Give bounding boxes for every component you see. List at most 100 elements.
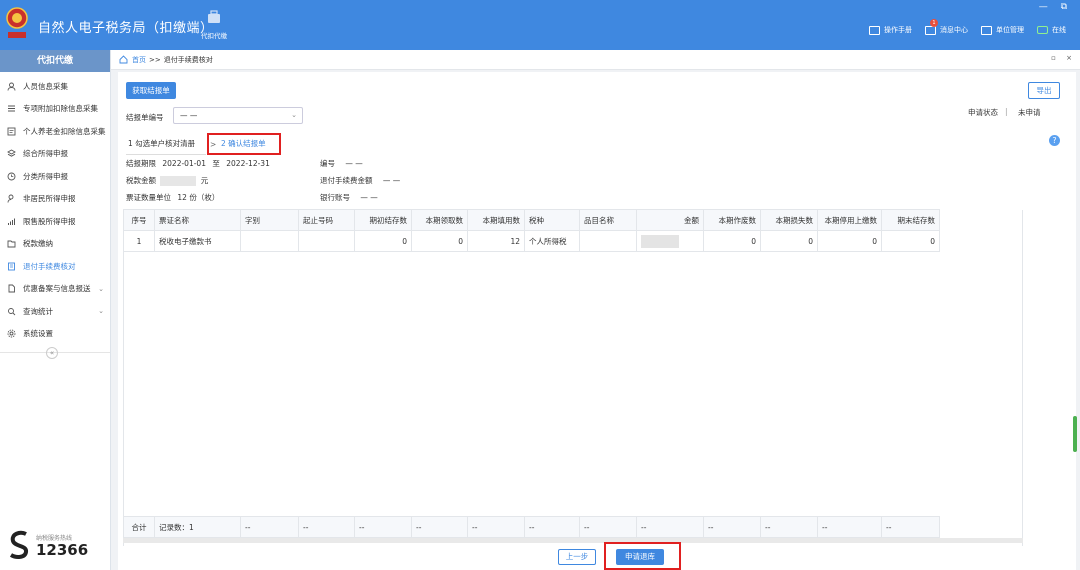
breadcrumb-current: 退付手续费核对	[163, 55, 213, 64]
settlement-no-value: — —	[180, 111, 198, 120]
table-cell: 0	[411, 230, 468, 252]
period-to: 2022-12-31	[226, 159, 270, 168]
total-cell: --	[703, 516, 761, 538]
unit-management-link[interactable]: 单位管理	[981, 25, 1024, 35]
total-cell: --	[524, 516, 580, 538]
table-header-row: 序号 票证名称 字别 起止号码 期初结存数 本期领取数 本期填用数 税种 品目名…	[123, 209, 940, 231]
period-label: 结报期限	[126, 159, 156, 168]
table-total-row: 合计 记录数：1 -- -- -- -- -- -- -- -- -- -- -…	[123, 516, 940, 538]
refund-fee-value: — —	[382, 176, 401, 185]
sidebar-item-label: 优惠备案与信息报送	[23, 284, 91, 294]
table-cell: 1	[123, 230, 155, 252]
hotline-logo-icon	[9, 530, 28, 559]
side-scroll-indicator[interactable]	[1073, 416, 1077, 452]
sidebar-item-label: 非居民所得申报	[23, 194, 76, 204]
chevron-down-icon: ⌄	[98, 307, 104, 315]
refund-fee-label: 退付手续费金额	[320, 176, 373, 185]
total-cell: --	[467, 516, 525, 538]
horizontal-scrollbar[interactable]	[123, 538, 1023, 543]
table-cell: 0	[881, 230, 940, 252]
help-icon[interactable]: ?	[1049, 135, 1060, 146]
table-cell	[298, 230, 355, 252]
sidebar-item-classified-income[interactable]: 分类所得申报	[0, 165, 110, 188]
sidebar-item-non-resident[interactable]: 非居民所得申报	[0, 188, 110, 211]
breadcrumb-home[interactable]: 首页	[132, 55, 146, 65]
step-select-accounts[interactable]: 1 勾选单户核对清册	[128, 138, 195, 149]
column-header: 起止号码	[298, 209, 355, 231]
tab-controls[interactable]: ▫ ×	[1051, 54, 1076, 62]
list-icon	[8, 105, 15, 112]
period-row: 结报期限 2022-01-01 至 2022-12-31	[126, 158, 270, 169]
column-header: 本期作废数	[703, 209, 761, 231]
gear-icon	[7, 329, 16, 338]
sidebar-item-system-settings[interactable]: 系统设置	[0, 323, 110, 346]
previous-step-button[interactable]: 上一步	[558, 549, 596, 565]
document-icon	[7, 127, 16, 136]
sidebar-item-pension[interactable]: 个人养老金扣除信息采集	[0, 120, 110, 143]
sidebar-item-label: 专项附加扣除信息采集	[23, 104, 98, 114]
folder-icon	[7, 240, 16, 248]
sidebar-item-label: 综合所得申报	[23, 149, 68, 159]
sidebar-item-label: 限售股所得申报	[23, 216, 76, 226]
column-header: 本期停用上缴数	[817, 209, 882, 231]
title-bar: 自然人电子税务局（扣缴端） 代扣代缴 — ⧉ 操作手册 1 消息中心 单位管理 …	[0, 0, 1080, 50]
refund-fee-row: 退付手续费金额 — —	[320, 175, 400, 186]
column-header: 序号	[123, 209, 155, 231]
sidebar-item-comprehensive-income[interactable]: 综合所得申报	[0, 143, 110, 166]
voucher-label: 票证数量单位	[126, 193, 171, 202]
sidebar-item-preferential-filing[interactable]: 优惠备案与信息报送 ⌄	[0, 278, 110, 301]
sidebar-item-refund-fee-check[interactable]: 退付手续费核对	[0, 255, 110, 278]
bank-value: — —	[360, 193, 378, 202]
column-header: 品目名称	[579, 209, 637, 231]
top-links: 操作手册 1 消息中心 单位管理 在线	[869, 19, 1080, 38]
file-icon	[8, 284, 15, 293]
table-cell: 12	[467, 230, 525, 252]
period-to-word: 至	[212, 159, 220, 168]
hotline-number: 12366	[36, 540, 89, 559]
sidebar-item-tax-payment[interactable]: 税款缴纳	[0, 233, 110, 256]
manual-icon	[869, 25, 880, 35]
number-row: 编号 — —	[320, 158, 363, 169]
bank-row: 银行账号 — —	[320, 192, 378, 203]
table-row[interactable]: 1 税收电子缴款书 0 0 12 个人所得税 0 0 0 0	[123, 230, 940, 252]
total-cell: --	[298, 516, 355, 538]
sidebar-item-label: 退付手续费核对	[23, 261, 76, 271]
sidebar-item-special-deduction[interactable]: 专项附加扣除信息采集	[0, 98, 110, 121]
sidebar-item-person-info[interactable]: 人员信息采集	[0, 75, 110, 98]
sidebar-item-query-statistics[interactable]: 查询统计 ⌄	[0, 300, 110, 323]
total-cell: --	[817, 516, 882, 538]
message-badge: 1	[930, 19, 938, 27]
tax-emblem-icon	[6, 7, 28, 38]
column-header: 字别	[240, 209, 299, 231]
fetch-settlement-button[interactable]: 获取结报单	[126, 82, 176, 99]
sidebar-item-restricted-shares[interactable]: 限售股所得申报	[0, 210, 110, 233]
manual-link[interactable]: 操作手册	[869, 25, 912, 35]
online-status[interactable]: 在线	[1037, 25, 1066, 35]
message-center-link[interactable]: 1 消息中心	[925, 19, 968, 35]
home-icon	[119, 55, 128, 64]
minimize-icon[interactable]: —	[1039, 2, 1053, 12]
tab-withholding[interactable]: 代扣代缴	[196, 10, 232, 40]
status-separator: |	[1005, 107, 1008, 116]
voucher-value: 12 份（枚）	[177, 193, 220, 202]
export-button[interactable]: 导出	[1028, 82, 1060, 99]
highlight-submit-box	[604, 542, 681, 570]
table-cell: 个人所得税	[524, 230, 580, 252]
maximize-icon[interactable]: ⧉	[1061, 2, 1072, 12]
sidebar-menu: 人员信息采集 专项附加扣除信息采集 个人养老金扣除信息采集 综合所得申报 分类所…	[0, 75, 110, 345]
settlement-no-select[interactable]: — — ⌄	[173, 107, 303, 124]
settlement-no-label: 结报单编号	[126, 113, 164, 122]
status-label: 申请状态	[968, 108, 998, 117]
briefcase-icon	[208, 10, 220, 23]
total-cell: --	[411, 516, 468, 538]
sidebar-collapse-button[interactable]: «	[46, 347, 58, 359]
bar-chart-icon	[8, 218, 15, 225]
number-label: 编号	[320, 159, 335, 168]
voucher-table: 序号 票证名称 字别 起止号码 期初结存数 本期领取数 本期填用数 税种 品目名…	[123, 209, 940, 252]
tax-amount-label: 税款金额	[126, 176, 156, 185]
online-icon	[1037, 26, 1048, 34]
tax-amount-redacted	[160, 176, 197, 186]
window-controls[interactable]: — ⧉	[1039, 2, 1072, 12]
status-value: 未申请	[1018, 108, 1041, 117]
table-cell	[579, 230, 637, 252]
